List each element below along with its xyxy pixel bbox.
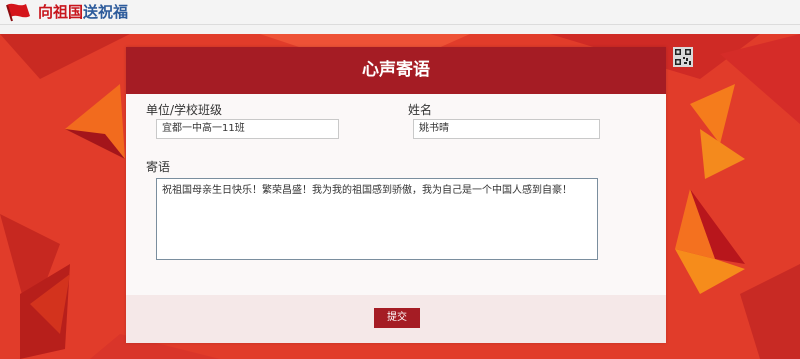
card-heading: 心声寄语	[126, 47, 666, 94]
message-card: 心声寄语 单位/学校班级 姓名 寄语 祝祖国母亲生日快乐！繁荣昌盛！我为我的祖国…	[126, 47, 666, 343]
message-label: 寄语	[146, 160, 171, 174]
submit-button[interactable]: 提交	[374, 308, 420, 328]
site-title-red: 向祖国	[38, 3, 84, 21]
name-label: 姓名	[408, 103, 433, 117]
qr-code-icon[interactable]	[673, 47, 693, 67]
red-flag-icon	[6, 3, 30, 22]
site-title: 向祖国送祝福	[38, 2, 128, 22]
name-field[interactable]	[413, 119, 600, 139]
top-bar: 向祖国送祝福	[0, 0, 800, 25]
message-textarea[interactable]: 祝祖国母亲生日快乐！繁荣昌盛！我为我的祖国感到骄傲，我为自己是一个中国人感到自豪…	[156, 178, 598, 260]
card-footer: 提交	[126, 295, 666, 343]
unit-label: 单位/学校班级	[146, 103, 223, 117]
site-title-blue: 送祝福	[83, 3, 129, 21]
unit-field[interactable]	[156, 119, 339, 139]
